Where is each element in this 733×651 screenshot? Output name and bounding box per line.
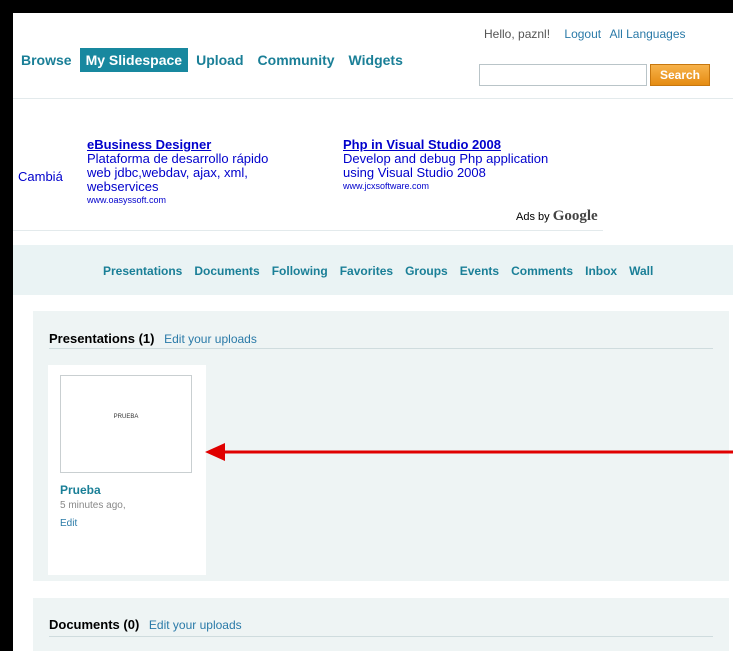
languages-link[interactable]: All Languages (609, 27, 685, 41)
ad-url[interactable]: www.jcxsoftware.com (343, 180, 548, 192)
subnav-wall[interactable]: Wall (629, 264, 653, 278)
ad-desc-line: web jdbc,webdav, ajax, xml, (87, 165, 248, 180)
section-rule (49, 636, 713, 637)
greeting-text: Hello, paznl! (484, 27, 551, 41)
documents-edit-uploads-link[interactable]: Edit your uploads (149, 618, 242, 632)
window-frame-left (0, 0, 13, 651)
search-button[interactable]: Search (650, 64, 710, 86)
nav-browse[interactable]: Browse (20, 48, 78, 72)
ad-url[interactable]: www.oasyssoft.com (87, 194, 268, 206)
annotation-arrow-icon (205, 443, 733, 461)
presentation-thumbnail[interactable]: PRUEBA (60, 375, 192, 473)
ads-divider (13, 230, 603, 231)
google-logo: Google (552, 208, 598, 224)
section-rule (49, 348, 713, 349)
nav-widgets[interactable]: Widgets (343, 48, 409, 72)
subnav-events[interactable]: Events (460, 264, 499, 278)
ad-desc-line: webservices (87, 179, 159, 194)
ad-desc-line: using Visual Studio 2008 (343, 165, 486, 180)
ad-title[interactable]: Php in Visual Studio 2008 (343, 137, 548, 152)
ad-ebusiness[interactable]: eBusiness Designer Plataforma de desarro… (87, 137, 268, 206)
ad-cut-text[interactable]: Cambiá (18, 169, 63, 184)
presentation-edit-link[interactable]: Edit (60, 518, 77, 529)
nav-community[interactable]: Community (252, 48, 341, 72)
presentation-card: PRUEBA Prueba 5 minutes ago, Edit (48, 365, 206, 575)
presentations-header: Presentations (1) Edit your uploads (49, 331, 257, 346)
presentations-edit-uploads-link[interactable]: Edit your uploads (164, 332, 257, 346)
documents-title: Documents (0) (49, 617, 140, 632)
subnav-favorites[interactable]: Favorites (340, 264, 393, 278)
ad-desc-line: Develop and debug Php application (343, 151, 549, 166)
presentations-title: Presentations (1) (49, 331, 155, 346)
subnav-documents[interactable]: Documents (194, 264, 259, 278)
logout-link[interactable]: Logout (564, 27, 601, 41)
thumbnail-text: PRUEBA (113, 414, 139, 420)
subnav-presentations[interactable]: Presentations (103, 264, 182, 278)
documents-header: Documents (0) Edit your uploads (49, 617, 242, 632)
header-divider (13, 98, 733, 99)
search-input[interactable] (479, 64, 647, 86)
presentation-time: 5 minutes ago, (60, 500, 126, 511)
nav-upload[interactable]: Upload (190, 48, 249, 72)
presentation-title-link[interactable]: Prueba (60, 483, 101, 497)
documents-section: Documents (0) Edit your uploads (33, 598, 729, 651)
window-frame-top (0, 0, 733, 13)
main-nav: Browse My Slidespace Upload Community Wi… (20, 48, 411, 72)
ads-by-label: Ads by (516, 211, 550, 223)
subnav-comments[interactable]: Comments (511, 264, 573, 278)
subnav-following[interactable]: Following (272, 264, 328, 278)
ad-title[interactable]: eBusiness Designer (87, 137, 268, 152)
ad-php-vs[interactable]: Php in Visual Studio 2008 Develop and de… (343, 137, 548, 192)
ad-desc-line: Plataforma de desarrollo rápido (87, 151, 269, 166)
user-bar: Hello, paznl! Logout All Languages (484, 27, 686, 41)
subnav-groups[interactable]: Groups (405, 264, 448, 278)
subnav-inbox[interactable]: Inbox (585, 264, 617, 278)
ads-by-google[interactable]: Ads by Google (516, 208, 598, 225)
nav-my-slidespace[interactable]: My Slidespace (79, 48, 189, 72)
subnav: Presentations Documents Following Favori… (103, 264, 665, 278)
